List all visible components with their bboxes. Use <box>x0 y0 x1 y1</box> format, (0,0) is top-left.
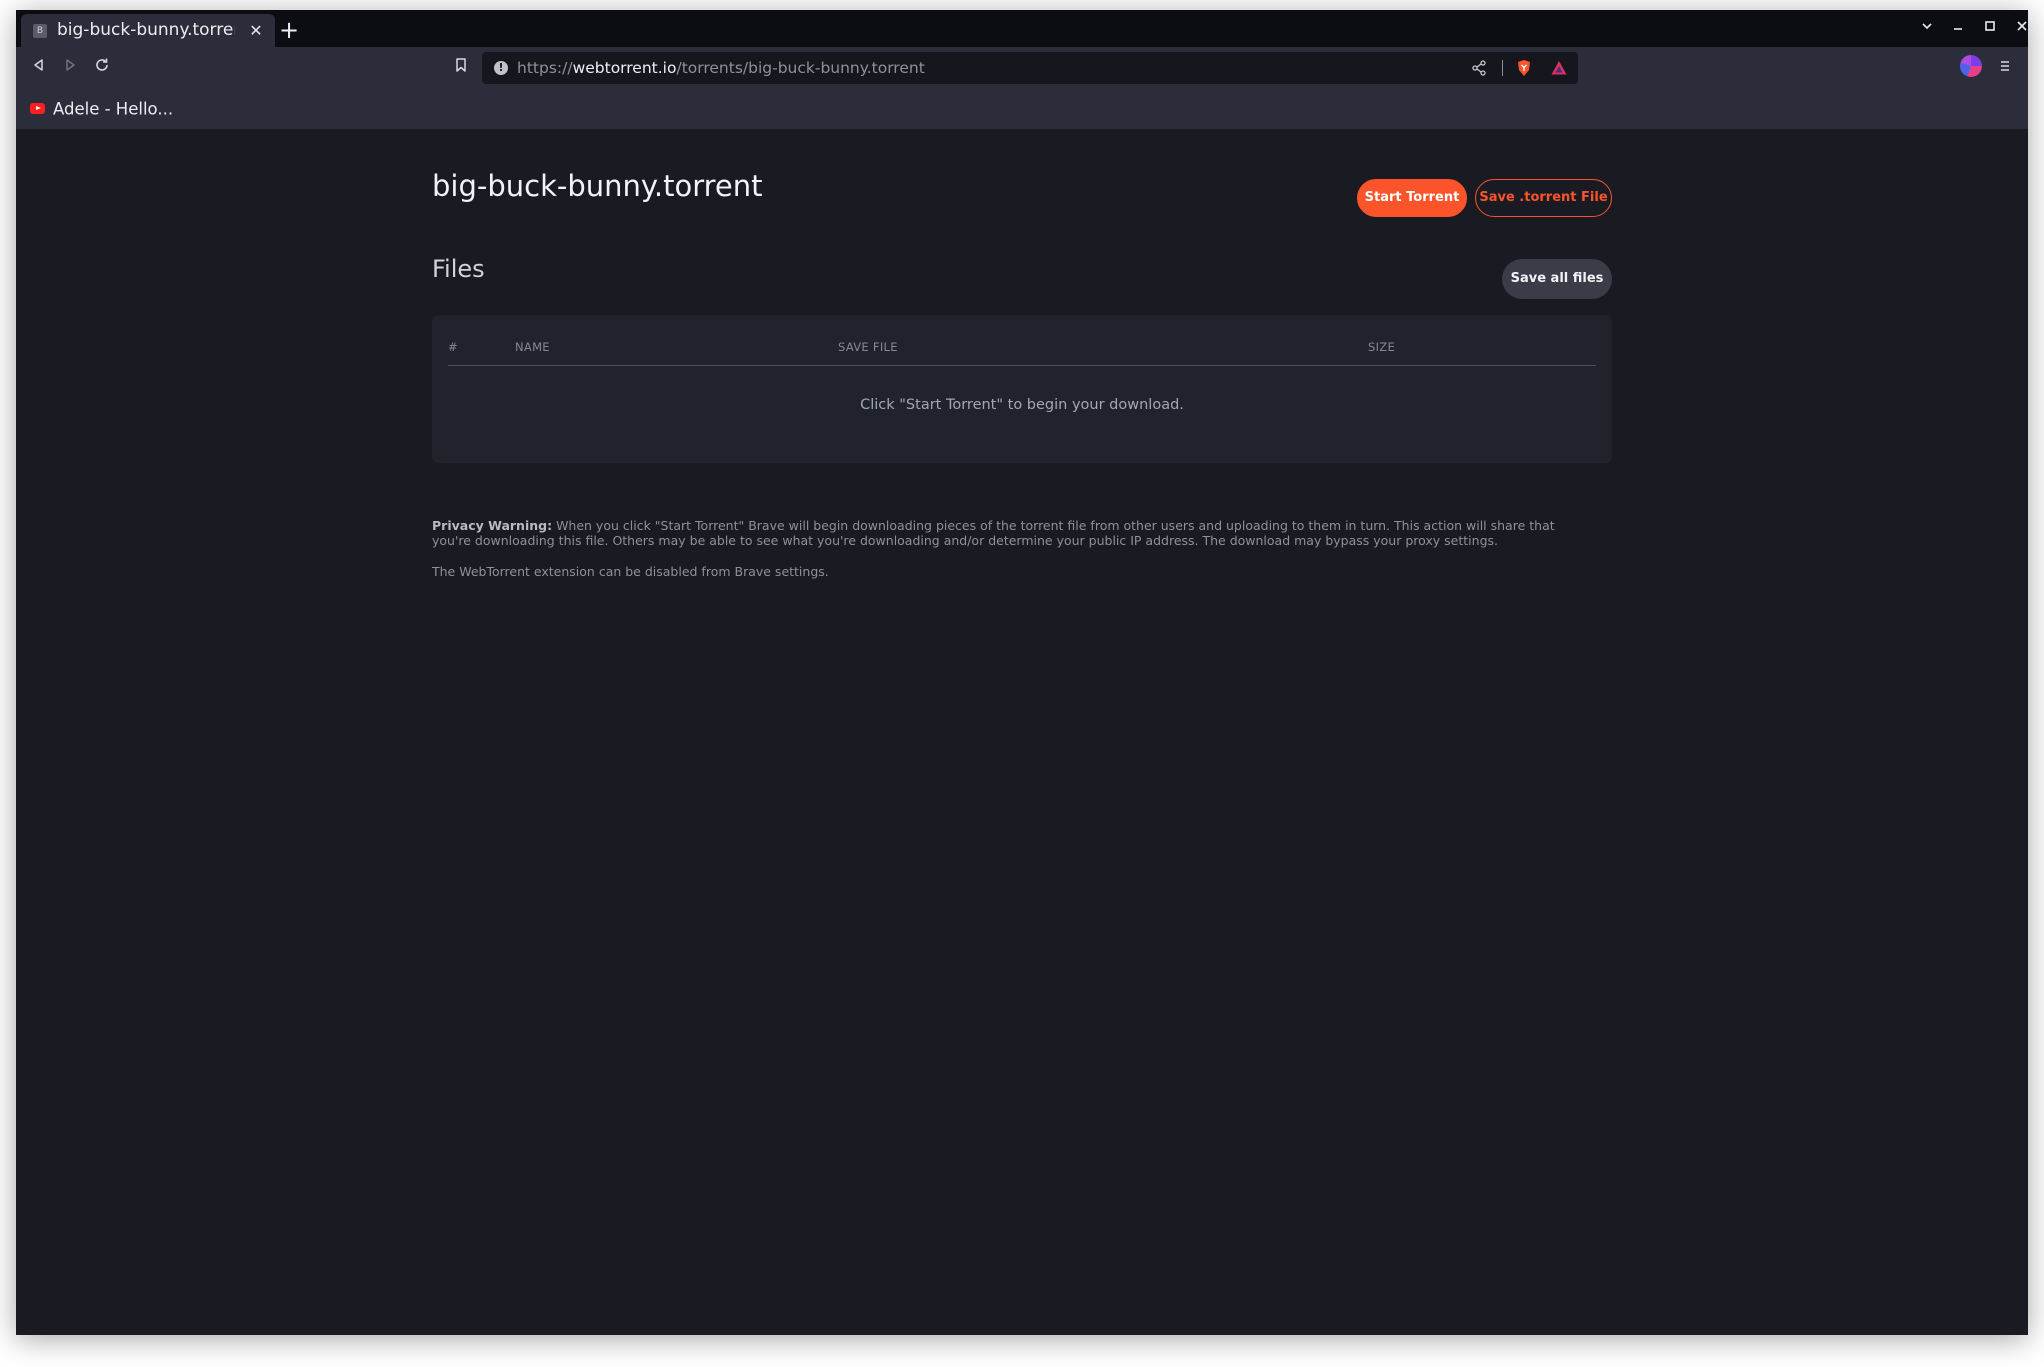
close-window-icon[interactable] <box>2010 14 2028 42</box>
reload-icon[interactable] <box>87 53 117 83</box>
column-header-save-file: SAVE FILE <box>838 340 898 354</box>
brave-rewards-icon[interactable] <box>1550 59 1568 81</box>
save-torrent-file-button[interactable]: Save .torrent File <box>1475 179 1612 217</box>
url-text[interactable]: https://webtorrent.io/torrents/big-buck-… <box>517 52 925 84</box>
bookmark-item-adele[interactable]: Adele - Hello... <box>30 90 173 129</box>
browser-toolbar: ! https://webtorrent.io/torrents/big-buc… <box>16 47 2028 90</box>
info-icon[interactable]: ! <box>494 61 508 75</box>
brave-shields-icon[interactable] <box>1516 59 1532 81</box>
youtube-icon <box>30 103 45 114</box>
close-tab-icon[interactable]: ✕ <box>245 14 267 47</box>
start-torrent-button[interactable]: Start Torrent <box>1357 179 1467 217</box>
address-bar-separator <box>1502 60 1503 76</box>
address-bar[interactable]: ! https://webtorrent.io/torrents/big-buc… <box>482 52 1578 84</box>
maximize-window-icon[interactable] <box>1978 14 2002 42</box>
save-all-files-button[interactable]: Save all files <box>1502 259 1612 299</box>
privacy-warning-label: Privacy Warning: <box>432 518 553 533</box>
share-icon[interactable] <box>1472 52 1486 84</box>
bookmark-icon[interactable] <box>446 53 476 83</box>
tab-title: big-buck-bunny.torrent <box>57 20 235 40</box>
extension-note: The WebTorrent extension can be disabled… <box>432 564 829 579</box>
minimize-window-icon[interactable] <box>1946 14 1970 42</box>
column-header-number: # <box>448 340 458 354</box>
privacy-warning-text: When you click "Start Torrent" Brave wil… <box>432 518 1555 548</box>
tab-strip: B big-buck-bunny.torrent ✕ + <box>16 10 2028 47</box>
files-heading: Files <box>432 255 485 283</box>
forward-triangle-icon[interactable] <box>55 53 85 83</box>
url-path: /torrents/big-buck-bunny.torrent <box>676 59 925 77</box>
tab-big-buck-bunny[interactable]: B big-buck-bunny.torrent ✕ <box>21 14 275 47</box>
profile-avatar[interactable] <box>1960 55 1982 77</box>
back-triangle-icon[interactable] <box>24 53 54 83</box>
tab-list-chevron-icon[interactable] <box>1915 14 1939 42</box>
url-scheme: https:// <box>517 59 573 77</box>
browser-window: B big-buck-bunny.torrent ✕ + ! https://w… <box>16 10 2028 1335</box>
empty-table-message: Click "Start Torrent" to begin your down… <box>860 397 1184 413</box>
hamburger-menu-icon[interactable] <box>1992 53 2018 83</box>
column-header-size: SIZE <box>1368 340 1396 354</box>
table-header-divider <box>448 365 1596 366</box>
page-title: big-buck-bunny.torrent <box>432 169 763 203</box>
column-header-name: NAME <box>515 340 550 354</box>
bookmarks-bar: Adele - Hello... <box>16 90 2028 129</box>
new-tab-button[interactable]: + <box>274 16 304 44</box>
bookmark-label: Adele - Hello... <box>53 99 174 119</box>
page-content: big-buck-bunny.torrent Start Torrent Sav… <box>16 129 2028 1335</box>
url-host: webtorrent.io <box>572 59 677 77</box>
privacy-warning: Privacy Warning: When you click "Start T… <box>432 518 1592 548</box>
tab-favicon-icon: B <box>33 24 47 38</box>
files-table: # NAME SAVE FILE SIZE Click "Start Torre… <box>432 315 1612 463</box>
